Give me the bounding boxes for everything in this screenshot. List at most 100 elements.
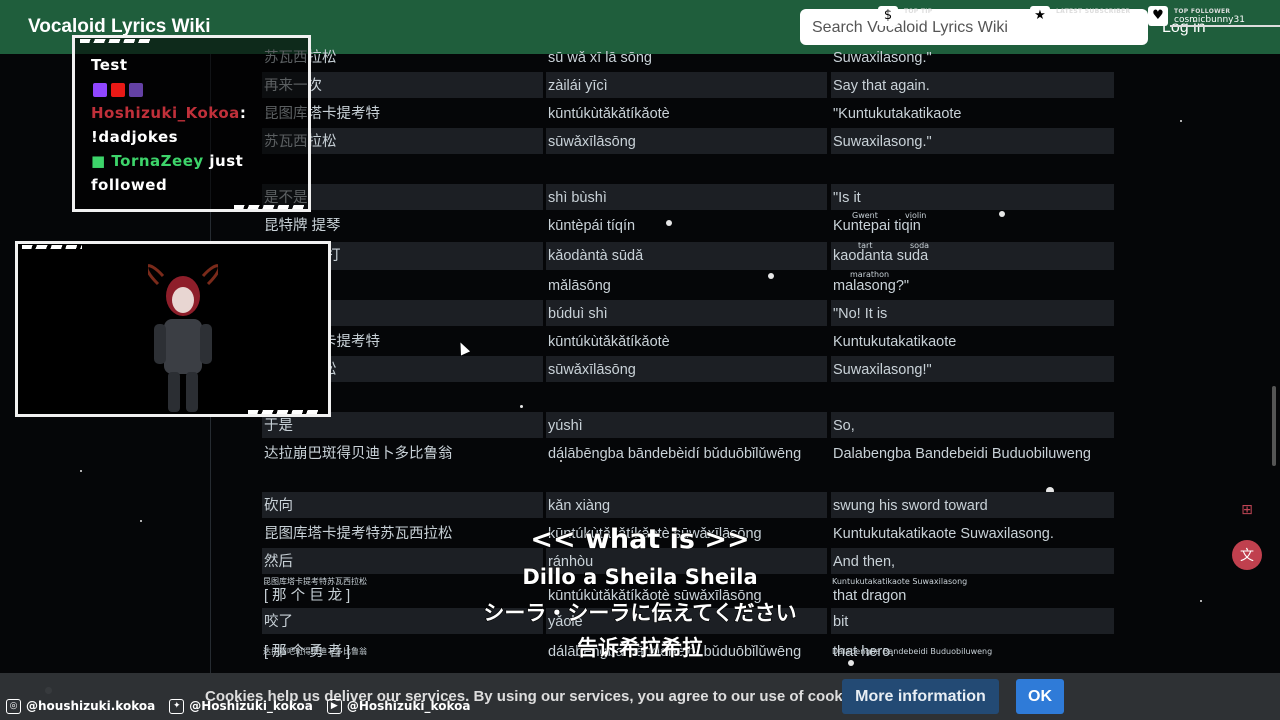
lyrics-cell-english: swung his sword toward [831,492,1114,518]
hud-latest-sub-label: LATEST SUBSCRIBER [1056,7,1131,15]
youtube-icon: ▶ [326,698,342,714]
ok-button[interactable]: OK [1016,679,1064,714]
lyrics-cell-pinyin: sūwǎxīlāsōng [546,356,827,382]
hud-top-follower-label: TOP FOLLOWER [1174,7,1231,15]
lyrics-row: 苏瓦西拉松sūwǎxīlāsōngSuwaxilasong!" [262,356,1114,382]
star [80,470,82,472]
hud-top-tip: $ TOP TIP Top tip: No data [878,3,975,29]
ruby-annotation: tart [858,241,873,250]
lyrics-cell-pinyin: kūntúkùtǎkǎtíkǎotè [548,334,670,350]
more-information-button[interactable]: More information [842,679,999,714]
twitter-handle: @Hoshizuki_kokoa [189,699,313,713]
lyrics-cell-pinyin: zàilái yīcì [546,72,827,98]
lyrics-row: 烤蛋挞 苏打kǎodàntà sūdǎkaodanta suda [262,242,1114,270]
lyrics-cell-english: Suwaxilasong!" [831,356,1114,382]
lyrics-row: 于是 yúshì So, [262,412,1114,438]
social-youtube: ▶ @Hoshizuki_kokoa [326,698,471,714]
heart-icon: ♥ [1148,6,1168,26]
vtuber-avatar [148,264,218,412]
lyrics-cell-english: Dalabengba Bandebeidi Buduobiluweng [833,446,1091,462]
subtitle-line: Dillo a Sheila Sheila [522,564,759,589]
chat-username-text: Hoshizuki_Kokoa [91,104,240,122]
lyrics-cell-english: "No! It is [831,300,1114,326]
subtitle-line: 告诉希拉希拉 [576,635,703,660]
instagram-handle: @houshizuki.kokoa [26,699,156,713]
apps-icon[interactable]: ⊞ [1232,495,1262,525]
lyrics-cell-chinese: 达拉崩巴斑得贝迪卜多比鲁翁 [264,446,453,462]
lyrics-row: 不对！是búduì shì"No! It is [262,300,1114,326]
chat-follow-text-2: followed [91,176,168,194]
lyrics-cell-pinyin: kūntèpái tíqín [548,218,636,234]
lyrics-row: 马拉松mǎlāsōngmalasong?" [262,272,1114,298]
lyrics-cell-pinyin: sū wǎ xī lā sōng [548,50,652,66]
scrollbar-thumb[interactable] [1272,386,1276,466]
lyrics-cell-english: Suwaxilasong." [831,128,1114,154]
ruby-annotation: violin [905,211,927,220]
star-icon: ★ [1030,6,1050,26]
ruby-annotation: Gwent [852,211,878,220]
lyrics-row: 苏瓦西拉松sū wǎ xī lā sōngSuwaxilasong." [262,44,1114,70]
lyrics-cell-english: Say that again. [831,72,1114,98]
overlay-dash-decor [248,410,320,414]
lyrics-row: 砍向 kǎn xiàng swung his sword toward [262,492,1114,518]
chat-colon: : [239,104,247,122]
instagram-icon: ◎ [6,698,21,714]
hud-top-tip-value: Top tip: No data [904,14,976,25]
lyrics-cell-pinyin: kūntúkùtǎkǎtíkǎotè [548,106,670,122]
hud-top-follower-value: cosmicbunny31 [1174,14,1245,25]
subtitle-line: シーラ・シーラに伝えてください [483,600,798,625]
subtitle-line: << what is >> [530,523,751,555]
lyrics-row: 苏瓦西拉松sūwǎxīlāsōngSuwaxilasong." [262,128,1114,154]
twitch-icon [129,83,143,97]
lyrics-row: 再来一次zàilái yīcìSay that again. [262,72,1114,98]
chat-message: !dadjokes [91,128,179,146]
stream-chat-overlay: Test Hoshizuki_Kokoa: !dadjokes ■ TornaZ… [72,35,311,212]
moneybag-icon: $ [878,6,898,26]
lyrics-cell-pinyin: kǎodàntà sūdǎ [546,242,827,270]
lyrics-cell-english: "Kuntukutakatikaote [833,106,962,122]
lyrics-cell-english: Suwaxilasong." [833,50,932,66]
lyrics-cell-chinese: 昆特牌 提琴 [264,218,341,234]
lyrics-cell-pinyin: kǎn xiàng [546,492,827,518]
lyrics-cell-english: kaodanta suda [831,242,1114,270]
social-handles: ◎ @houshizuki.kokoa ✦ @Hoshizuki_kokoa ▶… [0,695,470,717]
lyrics-cell-pinyin: búduì shì [546,300,827,326]
overlay-dash-decor [80,39,150,43]
social-twitter: ✦ @Hoshizuki_kokoa [169,698,313,714]
twitter-icon: ✦ [169,698,185,714]
chat-username: Hoshizuki_Kokoa: [91,104,246,122]
star [520,405,523,408]
lyrics-cell-pinyin: shì bùshì [546,184,827,210]
chat-message: Test [91,56,128,74]
lyrics-row: 达拉崩巴斑得贝迪卜多比鲁翁 dálābēngba bāndebèidí bǔduō… [262,440,1114,488]
lyrics-cell-english: So, [831,412,1114,438]
ruby-annotation: marathon [850,270,890,279]
hud-divider [1170,25,1280,27]
chat-badges [93,83,143,97]
hud-top-tip-label: TOP TIP [904,7,933,15]
star [140,520,142,522]
prime-badge-icon [93,83,107,97]
vtuber-camera [15,241,331,417]
kick-icon: ■ [91,152,112,170]
lyrics-cell-chinese: 砍向 [262,492,543,518]
broadcaster-badge-icon [111,83,125,97]
hud-latest-sub-value: ockermit [1056,14,1096,25]
lyrics-row: 昆特牌 提琴 kūntèpái tíqín Kuntepai tiqin [262,212,1114,240]
lyrics-cell-pinyin: sūwǎxīlāsōng [546,128,827,154]
ruby-annotation: soda [910,241,930,250]
chat-follower-name: TornaZeey [111,152,204,170]
hud-latest-sub: ★ LATEST SUBSCRIBER ockermit [1030,3,1130,29]
social-instagram: ◎ @houshizuki.kokoa [6,698,156,714]
lyrics-row: 昆图库塔卡提考特kūntúkùtǎkǎtíkǎotèKuntukutakatik… [262,328,1114,354]
lyrics-cell-pinyin: dálābēngba bāndebèidí bǔduōbǐlǔwēng [548,446,802,462]
youtube-handle: @Hoshizuki_kokoa [346,699,471,713]
lyrics-row: 昆图库塔卡提考特 kūntúkùtǎkǎtíkǎotè "Kuntukutakati… [262,100,1114,126]
chat-follow-text: just [209,152,244,170]
lyrics-cell-english: "Is it [831,184,1114,210]
star [1180,120,1182,122]
lyrics-row: 是不是shì bùshì"Is it [262,184,1114,210]
overlay-dash-decor [22,245,82,249]
overlay-dash-decor [234,205,304,209]
chat-follow-alert: ■ TornaZeey just [91,152,243,170]
